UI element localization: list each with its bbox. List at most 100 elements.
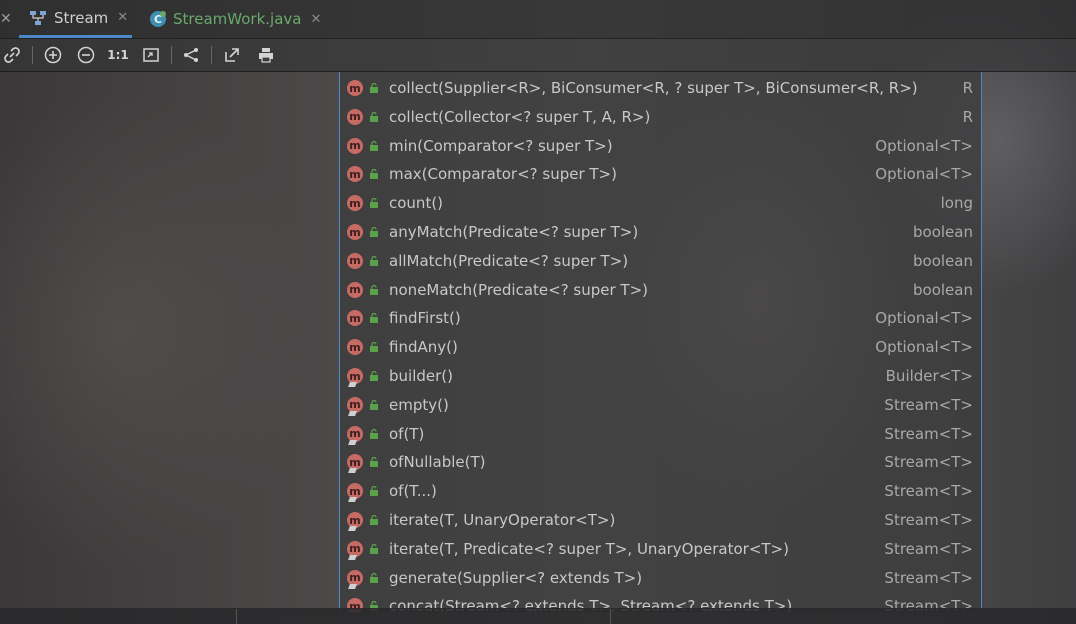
method-list-item[interactable]: m iterate(T, UnaryOperator<T>) Stream<T>	[340, 506, 981, 534]
method-list-item[interactable]: m iterate(T, Predicate<? super T>, UnaryO…	[340, 535, 981, 563]
method-icon: m	[347, 339, 363, 356]
tab-label: StreamWork.java	[173, 10, 302, 28]
method-signature: findFirst()	[389, 309, 461, 328]
method-signature: anyMatch(Predicate<? super T>)	[389, 223, 639, 241]
method-list-item[interactable]: m count() long	[340, 189, 981, 217]
method-list-item[interactable]: m of(T) Stream<T>	[340, 420, 981, 448]
public-lock-icon	[370, 428, 378, 439]
static-method-icon: m	[347, 425, 363, 445]
method-icon: m	[347, 195, 363, 212]
layout-icon[interactable]	[180, 44, 202, 66]
method-return-type: R	[962, 79, 973, 97]
method-list-item[interactable]: m max(Comparator<? super T>) Optional<T>	[340, 160, 981, 188]
public-lock-icon	[370, 371, 378, 381]
link-icon[interactable]	[1, 44, 23, 66]
method-list-item[interactable]: m findFirst() Optional<T>	[340, 304, 981, 332]
method-list-item[interactable]: m anyMatch(Predicate<? super T>) boolean	[340, 218, 981, 246]
method-signature: iterate(T, UnaryOperator<T>)	[389, 511, 616, 529]
method-return-type: boolean	[913, 223, 973, 241]
method-signature: empty()	[389, 395, 449, 414]
public-lock-icon	[370, 399, 378, 410]
method-return-type: Stream<T>	[884, 395, 973, 414]
method-list-item[interactable]: m of(T...) Stream<T>	[340, 477, 981, 505]
print-icon[interactable]	[255, 44, 277, 66]
static-method-icon: m	[347, 512, 363, 531]
public-lock-icon	[370, 284, 378, 295]
tab-label: Stream	[54, 8, 109, 27]
method-return-type: Optional<T>	[875, 136, 973, 155]
method-return-type: Stream<T>	[884, 539, 973, 558]
method-list-item[interactable]: m min(Comparator<? super T>) Optional<T>	[340, 132, 981, 160]
method-icon: m	[347, 166, 363, 183]
method-signature: of(T...)	[389, 482, 437, 501]
method-icon: m	[347, 224, 363, 240]
zoom-out-icon[interactable]	[75, 44, 97, 66]
public-lock-icon	[370, 198, 378, 209]
method-signature: findAny()	[389, 338, 458, 357]
public-lock-icon	[370, 227, 378, 237]
method-list-item[interactable]: m allMatch(Predicate<? super T>) boolean	[340, 247, 981, 275]
method-return-type: boolean	[913, 280, 973, 299]
divider	[610, 609, 611, 624]
method-list-item[interactable]: m collect(Collector<? super T, A, R>) R	[340, 103, 981, 131]
method-list-item[interactable]: m collect(Supplier<R>, BiConsumer<R, ? su…	[340, 74, 981, 102]
public-lock-icon	[370, 457, 378, 468]
static-method-icon: m	[347, 368, 363, 387]
method-list-popup: m collect(Supplier<R>, BiConsumer<R, ? su…	[339, 72, 982, 612]
static-method-icon: m	[347, 396, 363, 416]
method-list-item[interactable]: m empty() Stream<T>	[340, 391, 981, 419]
static-method-icon: m	[347, 569, 363, 589]
public-lock-icon	[370, 572, 378, 583]
method-return-type: boolean	[913, 251, 973, 270]
method-signature: noneMatch(Predicate<? super T>)	[389, 280, 649, 299]
method-icon: m	[347, 108, 363, 125]
method-return-type: Stream<T>	[884, 482, 973, 501]
toolbar-separator	[211, 46, 212, 64]
status-strip	[0, 608, 1076, 624]
divider	[236, 609, 237, 624]
tab-streamwork-java[interactable]: C StreamWork.java ✕	[140, 0, 321, 38]
export-icon[interactable]	[221, 44, 243, 66]
tab-stream[interactable]: Stream ✕	[19, 0, 132, 38]
method-icon: m	[347, 281, 363, 298]
static-method-icon: m	[347, 454, 363, 474]
hierarchy-diagram-icon	[28, 9, 48, 27]
actual-size-button[interactable]: 1:1	[107, 44, 129, 66]
public-lock-icon	[370, 140, 378, 151]
close-icon[interactable]: ✕	[310, 12, 321, 27]
fit-content-icon[interactable]	[140, 44, 162, 66]
editor-tab-bar: ✕ Stream ✕ C StreamWork.java ✕	[0, 0, 1076, 39]
method-signature: generate(Supplier<? extends T>)	[389, 568, 643, 587]
method-signature: iterate(T, Predicate<? super T>, UnaryOp…	[389, 539, 789, 558]
method-return-type: Optional<T>	[875, 338, 973, 357]
method-signature: collect(Collector<? super T, A, R>)	[389, 107, 651, 126]
public-lock-icon	[370, 342, 378, 353]
public-lock-icon	[370, 255, 378, 266]
method-list-item[interactable]: m noneMatch(Predicate<? super T>) boolean	[340, 276, 981, 304]
method-list-item[interactable]: m findAny() Optional<T>	[340, 333, 981, 361]
method-signature: builder()	[389, 367, 453, 385]
method-icon: m	[347, 310, 363, 327]
public-lock-icon	[370, 169, 378, 180]
toolbar-separator	[32, 46, 33, 64]
method-list-item[interactable]: m generate(Supplier<? extends T>) Stream<T…	[340, 564, 981, 592]
method-list-item[interactable]: m ofNullable(T) Stream<T>	[340, 448, 981, 476]
public-lock-icon	[370, 313, 378, 324]
diagram-toolbar: 1:1	[0, 39, 1076, 72]
java-class-icon: C	[149, 10, 167, 28]
method-icon: m	[347, 137, 363, 154]
toolbar-separator	[171, 46, 172, 64]
method-list-item[interactable]: m builder() Builder<T>	[340, 362, 981, 390]
public-lock-icon	[370, 543, 378, 554]
method-return-type: Stream<T>	[884, 568, 973, 587]
public-lock-icon	[370, 83, 378, 93]
method-signature: collect(Supplier<R>, BiConsumer<R, ? sup…	[389, 79, 918, 97]
close-icon[interactable]: ✕	[0, 10, 14, 28]
method-return-type: Stream<T>	[884, 424, 973, 443]
method-return-type: Stream<T>	[884, 453, 973, 472]
zoom-in-icon[interactable]	[42, 44, 64, 66]
method-return-type: Optional<T>	[875, 165, 973, 184]
method-icon: m	[347, 252, 363, 269]
method-icon: m	[347, 80, 363, 96]
close-icon[interactable]: ✕	[117, 10, 128, 25]
